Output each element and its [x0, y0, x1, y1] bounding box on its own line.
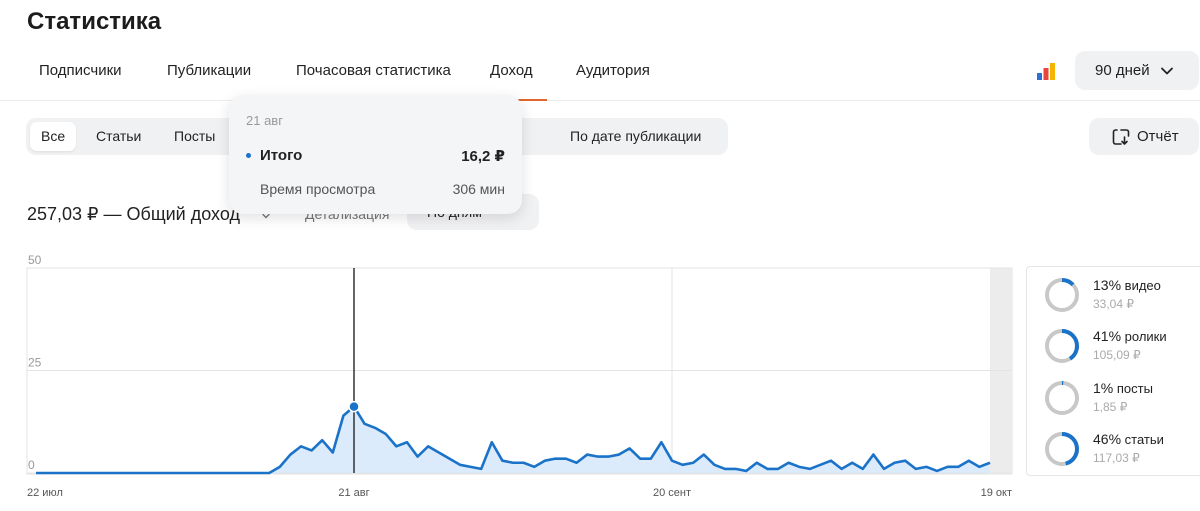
report-download-icon — [1112, 128, 1130, 145]
report-button[interactable]: Отчёт — [1089, 118, 1199, 155]
tooltip-date: 21 авг — [246, 113, 283, 128]
legend-name: видео — [1124, 278, 1161, 293]
donut-ring — [1045, 278, 1079, 312]
filter-by-publish-date[interactable]: По дате публикации — [559, 122, 712, 151]
bar-chart-icon[interactable] — [1036, 62, 1056, 80]
filter-articles[interactable]: Статьи — [85, 122, 152, 151]
legend-item-posts[interactable]: 1% посты 1,85 ₽ — [1044, 376, 1200, 420]
period-select[interactable]: 90 дней — [1075, 51, 1199, 90]
legend-name: статьи — [1124, 432, 1164, 447]
tab-audience[interactable]: Аудитория — [576, 62, 650, 101]
tooltip-watchtime-value: 306 мин — [452, 181, 505, 197]
legend-item-clips[interactable]: 41% ролики 105,09 ₽ — [1044, 324, 1200, 368]
chart-grid: 0 25 50 — [26, 253, 1013, 475]
donut-ring — [1045, 432, 1079, 466]
legend-item-articles[interactable]: 46% статьи 117,03 ₽ — [1044, 427, 1200, 471]
x-tick-label: 20 сент — [653, 487, 691, 499]
y-tick-label: 25 — [28, 356, 42, 370]
total-income: 257,03 ₽ — Общий доход — [27, 204, 240, 224]
tooltip-total-value: 16,2 ₽ — [461, 148, 505, 165]
legend-percent: 13% — [1093, 277, 1122, 293]
x-tick-label: 22 июл — [27, 487, 63, 499]
tooltip-watchtime-label: Время просмотра — [260, 181, 376, 197]
hover-point — [348, 400, 360, 413]
period-label: 90 дней — [1095, 62, 1150, 79]
donut-ring — [1045, 329, 1079, 363]
legend-percent: 46% — [1093, 431, 1122, 447]
legend-percent: 1% — [1093, 380, 1114, 396]
income-chart[interactable]: 0 25 50 22 июл 21 авг 20 сент 19 окт — [0, 240, 1020, 511]
chevron-down-icon — [1160, 67, 1173, 74]
report-label: Отчёт — [1137, 128, 1179, 145]
y-tick-label: 0 — [28, 458, 35, 472]
donut-track — [1045, 381, 1079, 415]
donut-ring — [1045, 381, 1079, 415]
legend-name: ролики — [1124, 329, 1167, 344]
tab-bar: Подписчики Публикации Почасовая статисти… — [0, 50, 1200, 101]
tooltip-series-dot — [246, 153, 251, 158]
legend-amount: 1,85 ₽ — [1093, 400, 1128, 414]
tab-subscribers[interactable]: Подписчики — [39, 62, 122, 101]
filter-posts[interactable]: Посты — [163, 122, 226, 151]
legend-name: посты — [1116, 381, 1153, 396]
legend-amount: 33,04 ₽ — [1093, 297, 1134, 311]
legend-amount: 105,09 ₽ — [1093, 348, 1141, 362]
x-tick-label: 19 окт — [981, 487, 1012, 499]
income-breakdown-legend: 13% видео 33,04 ₽ 41% ролики 105,09 ₽ 1%… — [1026, 266, 1200, 476]
x-tick-label: 21 авг — [338, 487, 369, 499]
legend-amount: 117,03 ₽ — [1093, 451, 1140, 465]
chart-x-axis: 22 июл 21 авг 20 сент 19 окт — [27, 487, 1012, 499]
legend-item-video[interactable]: 13% видео 33,04 ₽ — [1044, 273, 1200, 317]
filter-all[interactable]: Все — [30, 122, 77, 151]
chart-tooltip: 21 авг Итого 16,2 ₽ Время просмотра 306 … — [229, 95, 522, 214]
page-title: Статистика — [27, 8, 162, 35]
tooltip-total-label: Итого — [260, 147, 303, 164]
legend-percent: 41% — [1093, 328, 1122, 344]
y-tick-label: 50 — [28, 253, 42, 267]
